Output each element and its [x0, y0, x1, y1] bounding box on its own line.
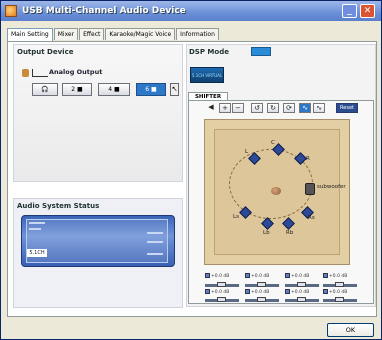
level-slider[interactable]: [323, 297, 357, 302]
speaker-label-c: C: [271, 140, 275, 146]
speaker-4ch-button[interactable]: 4 ■: [98, 83, 130, 96]
status-bar-2: [29, 228, 41, 230]
subwoofer-label: subwoofer: [317, 184, 346, 190]
wave-mode-icon[interactable]: ∿: [299, 103, 311, 113]
speaker-label-lb: Lb: [263, 230, 270, 236]
level-readout: +0.0 dB: [285, 289, 309, 296]
level-readout: +0.0 dB: [205, 273, 229, 280]
speaker-label-r: R: [306, 156, 310, 162]
dsp-display[interactable]: 5.1CH VIRTUAL: [190, 67, 224, 83]
minimize-button[interactable]: _: [342, 4, 357, 18]
wave-mode-alt-icon[interactable]: ∿: [313, 103, 325, 113]
speaker-label-ls: Ls: [233, 214, 239, 220]
title-bar[interactable]: USB Multi-Channel Audio Device _ ✕: [1, 1, 381, 21]
ok-button[interactable]: OK: [327, 323, 374, 337]
speaker-2ch-button[interactable]: 2 ■: [62, 83, 92, 96]
status-bar-4: [147, 241, 163, 243]
subwoofer-icon[interactable]: [305, 183, 315, 195]
level-readout: +0.0 dB: [245, 289, 269, 296]
dsp-mode-toggle[interactable]: [251, 47, 271, 56]
status-bar-1: [29, 222, 45, 224]
status-bar-3: [147, 232, 163, 234]
dsp-mode-label: DSP Mode: [189, 48, 229, 56]
rotate-left-icon[interactable]: ↺: [251, 103, 263, 113]
speaker-label-l: L: [245, 149, 249, 155]
level-slider[interactable]: [205, 297, 239, 302]
channel-status-label: 5.1CH: [27, 249, 47, 257]
level-readout: +0.0 dB: [323, 289, 347, 296]
tab-main-setting[interactable]: Main Setting: [7, 28, 53, 41]
headphone-button[interactable]: 🎧: [32, 83, 58, 96]
level-readout: +0.0 dB: [323, 273, 347, 280]
output-device-panel: [13, 44, 183, 182]
tab-mixer[interactable]: Mixer: [53, 28, 79, 40]
app-icon: [5, 5, 17, 17]
audio-system-status-title: Audio System Status: [17, 202, 100, 210]
tab-information[interactable]: Information: [176, 28, 219, 40]
analog-output-label: Analog Output: [49, 68, 103, 76]
speaker-label-rs: Rs: [308, 215, 315, 221]
level-readout: +0.0 dB: [205, 289, 229, 296]
speaker-6ch-button[interactable]: 6 ■: [136, 83, 166, 96]
level-slider[interactable]: [245, 282, 279, 287]
level-slider[interactable]: [323, 282, 357, 287]
level-slider[interactable]: [285, 297, 319, 302]
speaker-label-rb: Rb: [286, 230, 294, 236]
level-slider[interactable]: [245, 297, 279, 302]
audio-window: USB Multi-Channel Audio Device _ ✕ Main …: [0, 0, 382, 340]
level-readout: +0.0 dB: [245, 273, 269, 280]
level-readout: +0.0 dB: [285, 273, 309, 280]
output-device-title: Output Device: [17, 48, 74, 56]
window-title: USB Multi-Channel Audio Device: [22, 6, 186, 16]
speaker-icon: [22, 69, 29, 77]
status-bar-5: [147, 253, 163, 255]
waveform-icon: [32, 69, 48, 77]
tab-effect[interactable]: Effect: [79, 28, 105, 40]
reset-button[interactable]: Reset: [336, 103, 358, 113]
tab-karaoke[interactable]: Karaoke/Magic Voice: [105, 28, 176, 40]
close-button[interactable]: ✕: [360, 4, 375, 18]
level-slider[interactable]: [285, 282, 319, 287]
tab-bar: Main Setting Mixer Effect Karaoke/Magic …: [7, 28, 220, 41]
zoom-in-button[interactable]: +: [219, 103, 231, 113]
rotate-center-icon[interactable]: ⟳: [283, 103, 295, 113]
level-slider[interactable]: [205, 282, 239, 287]
rotate-right-icon[interactable]: ↻: [267, 103, 279, 113]
pointer-icon[interactable]: ↖: [170, 83, 179, 96]
volume-icon[interactable]: ◀: [205, 103, 217, 113]
listener-icon[interactable]: [271, 187, 281, 195]
zoom-out-button[interactable]: −: [232, 103, 244, 113]
